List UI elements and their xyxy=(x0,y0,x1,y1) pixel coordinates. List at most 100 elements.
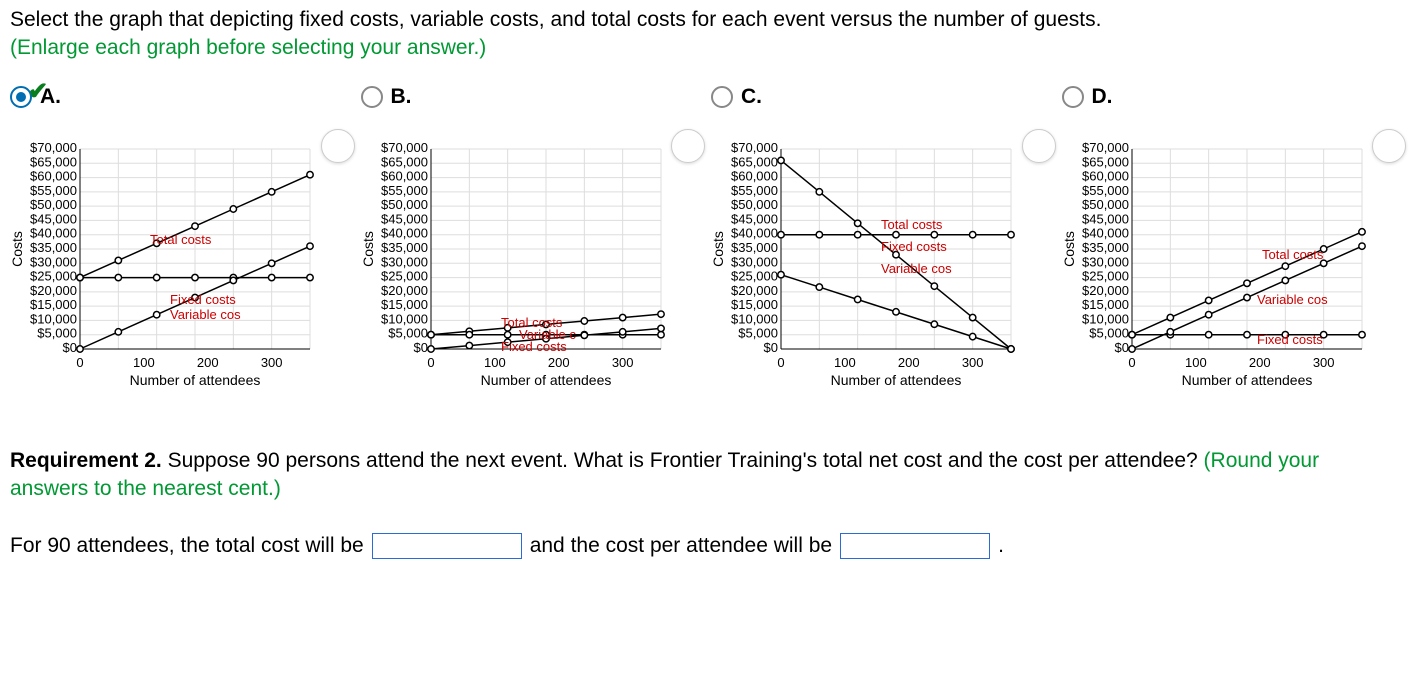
option-C[interactable]: C. $0$5,000$10,000$15,000$20,000$25,000$… xyxy=(711,85,1052,399)
option-label: D. xyxy=(1092,85,1113,109)
svg-text:Costs: Costs xyxy=(711,231,726,267)
svg-text:$65,000: $65,000 xyxy=(1082,154,1129,169)
svg-text:200: 200 xyxy=(1248,355,1270,370)
svg-text:$50,000: $50,000 xyxy=(1082,197,1129,212)
svg-text:$65,000: $65,000 xyxy=(381,154,428,169)
svg-text:$0: $0 xyxy=(1114,340,1128,355)
radio-icon[interactable] xyxy=(1062,86,1084,108)
radio-icon[interactable] xyxy=(711,86,733,108)
option-D[interactable]: D. $0$5,000$10,000$15,000$20,000$25,000$… xyxy=(1062,85,1403,399)
cost-per-attendee-input[interactable] xyxy=(840,533,990,559)
svg-text:$70,000: $70,000 xyxy=(30,140,77,155)
svg-text:Costs: Costs xyxy=(1062,231,1077,267)
svg-text:300: 300 xyxy=(611,355,633,370)
svg-text:$45,000: $45,000 xyxy=(30,211,77,226)
option-A[interactable]: ✔ A. $0$5,000$10,000$15,000$20,000$25,00… xyxy=(10,85,351,399)
svg-text:$55,000: $55,000 xyxy=(381,183,428,198)
svg-text:0: 0 xyxy=(427,355,434,370)
svg-text:$70,000: $70,000 xyxy=(381,140,428,155)
svg-text:$55,000: $55,000 xyxy=(30,183,77,198)
svg-text:$40,000: $40,000 xyxy=(30,225,77,240)
option-A-header[interactable]: ✔ A. xyxy=(10,85,351,109)
enlarge-button[interactable] xyxy=(671,129,705,163)
svg-text:$30,000: $30,000 xyxy=(731,254,778,269)
svg-text:$55,000: $55,000 xyxy=(731,183,778,198)
option-B[interactable]: B. $0$5,000$10,000$15,000$20,000$25,000$… xyxy=(361,85,702,399)
svg-text:$15,000: $15,000 xyxy=(381,297,428,312)
svg-text:$65,000: $65,000 xyxy=(30,154,77,169)
option-label: B. xyxy=(391,85,412,109)
svg-text:Costs: Costs xyxy=(10,231,25,267)
svg-text:0: 0 xyxy=(777,355,784,370)
svg-text:300: 300 xyxy=(962,355,984,370)
svg-text:$25,000: $25,000 xyxy=(1082,268,1129,283)
svg-text:$45,000: $45,000 xyxy=(381,211,428,226)
svg-text:Fixed costs: Fixed costs xyxy=(170,292,236,307)
svg-text:$50,000: $50,000 xyxy=(731,197,778,212)
svg-text:$30,000: $30,000 xyxy=(381,254,428,269)
enlarge-button[interactable] xyxy=(1022,129,1056,163)
option-D-header[interactable]: D. xyxy=(1062,85,1403,109)
svg-text:$5,000: $5,000 xyxy=(388,325,428,340)
svg-text:$20,000: $20,000 xyxy=(731,283,778,298)
svg-text:$15,000: $15,000 xyxy=(731,297,778,312)
svg-text:$10,000: $10,000 xyxy=(30,311,77,326)
svg-text:Variable cos: Variable cos xyxy=(170,307,241,322)
total-cost-input[interactable] xyxy=(372,533,522,559)
svg-text:200: 200 xyxy=(197,355,219,370)
svg-text:$0: $0 xyxy=(413,340,427,355)
svg-text:$60,000: $60,000 xyxy=(30,168,77,183)
svg-text:$10,000: $10,000 xyxy=(381,311,428,326)
svg-text:$30,000: $30,000 xyxy=(1082,254,1129,269)
enlarge-button[interactable] xyxy=(321,129,355,163)
chart-B: $0$5,000$10,000$15,000$20,000$25,000$30,… xyxy=(361,139,702,399)
svg-text:100: 100 xyxy=(1185,355,1207,370)
fillins-row: For 90 attendees, the total cost will be… xyxy=(10,533,1402,559)
svg-text:$45,000: $45,000 xyxy=(731,211,778,226)
svg-text:$40,000: $40,000 xyxy=(1082,225,1129,240)
svg-text:Number of attendees: Number of attendees xyxy=(130,372,261,388)
svg-text:$35,000: $35,000 xyxy=(381,240,428,255)
requirement-label: Requirement 2. xyxy=(10,449,162,472)
option-label: C. xyxy=(741,85,762,109)
requirement-2: Requirement 2. Suppose 90 persons attend… xyxy=(10,447,1402,504)
svg-text:$15,000: $15,000 xyxy=(30,297,77,312)
svg-text:$25,000: $25,000 xyxy=(731,268,778,283)
svg-text:200: 200 xyxy=(547,355,569,370)
svg-text:$20,000: $20,000 xyxy=(381,283,428,298)
svg-text:Variable cos: Variable cos xyxy=(1257,292,1328,307)
svg-text:0: 0 xyxy=(1128,355,1135,370)
svg-text:Fixed costs: Fixed costs xyxy=(1257,332,1323,347)
fillins-mid: and the cost per attendee will be xyxy=(530,534,832,558)
svg-text:$55,000: $55,000 xyxy=(1082,183,1129,198)
svg-text:$60,000: $60,000 xyxy=(1082,168,1129,183)
svg-text:$45,000: $45,000 xyxy=(1082,211,1129,226)
svg-text:300: 300 xyxy=(261,355,283,370)
question-block: Select the graph that depicting fixed co… xyxy=(10,6,1402,63)
svg-text:$35,000: $35,000 xyxy=(731,240,778,255)
option-B-header[interactable]: B. xyxy=(361,85,702,109)
svg-text:$60,000: $60,000 xyxy=(731,168,778,183)
svg-text:$60,000: $60,000 xyxy=(381,168,428,183)
svg-text:Total costs: Total costs xyxy=(881,217,943,232)
svg-text:Number of attendees: Number of attendees xyxy=(831,372,962,388)
svg-text:$50,000: $50,000 xyxy=(30,197,77,212)
svg-text:Fixed costs: Fixed costs xyxy=(881,239,947,254)
fillins-tail: . xyxy=(998,534,1004,558)
svg-text:$30,000: $30,000 xyxy=(30,254,77,269)
chart-C: $0$5,000$10,000$15,000$20,000$25,000$30,… xyxy=(711,139,1052,399)
svg-text:$70,000: $70,000 xyxy=(1082,140,1129,155)
radio-icon[interactable] xyxy=(361,86,383,108)
enlarge-button[interactable] xyxy=(1372,129,1406,163)
svg-text:$0: $0 xyxy=(63,340,77,355)
svg-text:Variable c: Variable c xyxy=(519,327,576,342)
svg-text:$40,000: $40,000 xyxy=(731,225,778,240)
option-C-header[interactable]: C. xyxy=(711,85,1052,109)
svg-text:Total costs: Total costs xyxy=(150,232,212,247)
fillins-lead: For 90 attendees, the total cost will be xyxy=(10,534,364,558)
svg-text:Number of attendees: Number of attendees xyxy=(1181,372,1312,388)
svg-text:100: 100 xyxy=(133,355,155,370)
check-icon: ✔ xyxy=(28,77,48,106)
svg-text:$10,000: $10,000 xyxy=(731,311,778,326)
svg-text:0: 0 xyxy=(76,355,83,370)
